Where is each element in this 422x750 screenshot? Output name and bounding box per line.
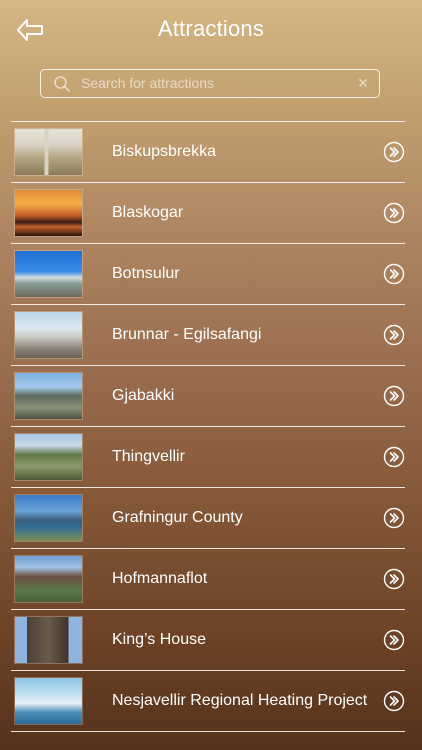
list-item-label: Botnsulur xyxy=(112,265,180,282)
double-chevron-right-icon[interactable] xyxy=(383,141,405,163)
list-item-thingvellir[interactable]: Thingvellir xyxy=(11,426,405,487)
double-chevron-right-icon[interactable] xyxy=(383,629,405,651)
list-item-label: Gjabakki xyxy=(112,387,175,404)
list-item-nesjavellir[interactable]: Nesjavellir Regional Heating Project xyxy=(11,670,405,732)
clear-icon[interactable]: ✕ xyxy=(357,74,369,92)
attraction-thumbnail xyxy=(15,495,82,541)
double-chevron-right-icon[interactable] xyxy=(383,324,405,346)
list-item-label: Blaskogar xyxy=(112,204,184,221)
list-item-botnsulur[interactable]: Botnsulur xyxy=(11,243,405,304)
double-chevron-right-icon[interactable] xyxy=(383,446,405,468)
list-item-label: Thingvellir xyxy=(112,448,185,465)
search-input[interactable] xyxy=(81,70,351,96)
list-item-gjabakki[interactable]: Gjabakki xyxy=(11,365,405,426)
search-icon xyxy=(54,76,70,92)
attraction-thumbnail xyxy=(15,190,82,236)
attraction-thumbnail xyxy=(15,129,82,175)
list-item-label: Hofmannaflot xyxy=(112,570,208,587)
page-title: Attractions xyxy=(157,16,265,41)
double-chevron-right-icon[interactable] xyxy=(383,263,405,285)
double-chevron-right-icon[interactable] xyxy=(383,568,405,590)
list-item-hofmannaflot[interactable]: Hofmannaflot xyxy=(11,548,405,609)
double-chevron-right-icon[interactable] xyxy=(383,385,405,407)
list-item-label: Brunnar - Egilsafangi xyxy=(112,326,262,343)
attraction-thumbnail xyxy=(15,312,82,358)
list-item-blaskogar[interactable]: Blaskogar xyxy=(11,182,405,243)
list-item-label: Grafningur County xyxy=(112,509,243,526)
search-bar[interactable]: ✕ xyxy=(40,69,380,98)
attraction-thumbnail xyxy=(15,556,82,602)
list-item-label: King’s House xyxy=(112,631,206,648)
list-item-brunnar-egilsafangi[interactable]: Brunnar - Egilsafangi xyxy=(11,304,405,365)
attraction-thumbnail xyxy=(15,251,82,297)
list-item-label: Nesjavellir Regional Heating Project xyxy=(112,692,368,709)
header-bar: Attractions xyxy=(0,0,422,60)
list-item-kings-house[interactable]: King’s House xyxy=(11,609,405,670)
double-chevron-right-icon[interactable] xyxy=(383,202,405,224)
double-chevron-right-icon[interactable] xyxy=(383,507,405,529)
attraction-thumbnail xyxy=(15,373,82,419)
attractions-list: Biskupsbrekka Blaskogar Botnsulur Brunna… xyxy=(11,121,405,732)
list-item-label: Biskupsbrekka xyxy=(112,143,217,160)
double-chevron-right-icon[interactable] xyxy=(383,690,405,712)
list-item-grafningur-county[interactable]: Grafningur County xyxy=(11,487,405,548)
attraction-thumbnail xyxy=(15,617,82,663)
attraction-thumbnail xyxy=(15,434,82,480)
attraction-thumbnail xyxy=(15,678,82,724)
list-item-biskupsbrekka[interactable]: Biskupsbrekka xyxy=(11,121,405,182)
